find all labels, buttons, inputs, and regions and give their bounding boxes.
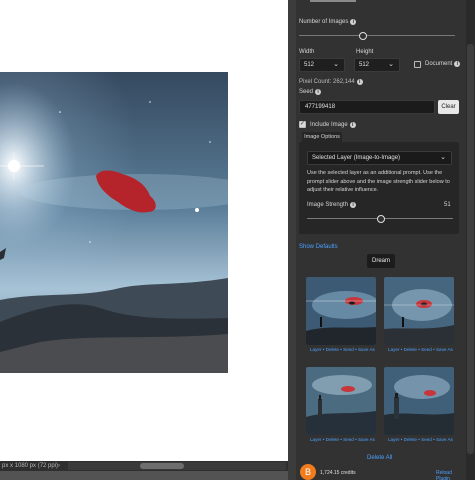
result-thumbnail-4[interactable] [384,367,454,435]
delete-all-link[interactable]: Delete All [367,455,392,461]
width-label: Width [299,49,315,55]
reload-plugin-link[interactable]: Reload Plugin [436,470,466,480]
avatar[interactable]: B [300,464,316,480]
bottom-strip [0,471,288,480]
clear-seed-button[interactable]: Clear [438,100,459,114]
number-of-images-slider[interactable] [299,32,455,40]
result-thumbnail-3[interactable] [306,367,376,435]
info-icon[interactable]: i [454,61,461,67]
top-divider [310,0,356,2]
panel-scroll-thumb[interactable] [467,44,474,454]
canvas-area[interactable] [0,0,288,461]
dream-button[interactable]: Dream [367,254,395,268]
panel-scrollbar[interactable] [466,0,475,480]
canvas-image[interactable] [0,72,228,373]
info-icon[interactable]: i [350,19,357,25]
number-of-images-label: Number of Images i [299,19,357,25]
image-strength-value: 51 [444,202,451,208]
image-strength-label: Image Strength i [307,202,357,208]
image-options-description: Use the selected layer as an additional … [307,170,450,193]
include-image-checkbox[interactable] [299,120,306,128]
info-icon[interactable]: i [356,79,363,85]
thumbnail-actions[interactable]: Layer • Delete • Seed • Save As [388,437,453,442]
show-defaults-link[interactable]: Show Defaults [299,244,338,250]
result-thumbnail-2[interactable] [384,277,454,345]
panel-footer: B 1,724.15 credits Reload Plugin [296,462,466,480]
image-options-box: Selected Layer (Image-to-Image) ⌄ Use th… [299,142,459,234]
thumbnail-actions[interactable]: Layer • Delete • Seed • Save As [310,437,375,442]
include-image-label: Include Image i [310,122,356,128]
document-label: Document i [425,61,461,67]
chevron-down-icon: ⌄ [388,61,394,68]
info-icon[interactable]: i [349,122,356,128]
height-label: Height [356,49,374,55]
thumbnail-actions[interactable]: Layer • Delete • Seed • Save As [388,347,453,352]
slider-track[interactable] [299,35,455,36]
thumbnail-actions[interactable]: Layer • Delete • Seed • Save As [310,347,375,352]
dream-panel: Number of Images i Width Height 512 ⌄ 512… [296,0,466,480]
layer-source-select[interactable]: Selected Layer (Image-to-Image) ⌄ [307,151,452,165]
document-checkbox[interactable] [414,61,421,68]
status-arrow-icon[interactable]: › [58,461,60,471]
image-strength-slider[interactable] [307,215,453,223]
image-options-tab[interactable]: Image Options [302,132,342,142]
slider-thumb[interactable] [359,32,367,40]
info-icon[interactable]: i [315,89,322,95]
seed-input[interactable]: 477199418 [299,100,435,114]
credits-label: 1,724.15 credits [320,470,356,476]
horizontal-scroll-thumb[interactable] [140,463,184,469]
result-thumbnail-1[interactable] [306,277,376,345]
seed-label: Seed i [299,89,322,95]
width-select[interactable]: 512 ⌄ [299,58,345,72]
slider-thumb[interactable] [377,215,385,223]
pixel-count-label: Pixel Count: 262,144 i [299,79,363,85]
panel-gutter [288,0,296,480]
info-icon[interactable]: i [350,202,357,208]
chevron-down-icon: ⌄ [440,154,446,161]
document-size-text: px x 1080 px (72 ppi) [2,463,59,469]
height-select[interactable]: 512 ⌄ [354,58,400,72]
chevron-down-icon: ⌄ [333,61,339,68]
